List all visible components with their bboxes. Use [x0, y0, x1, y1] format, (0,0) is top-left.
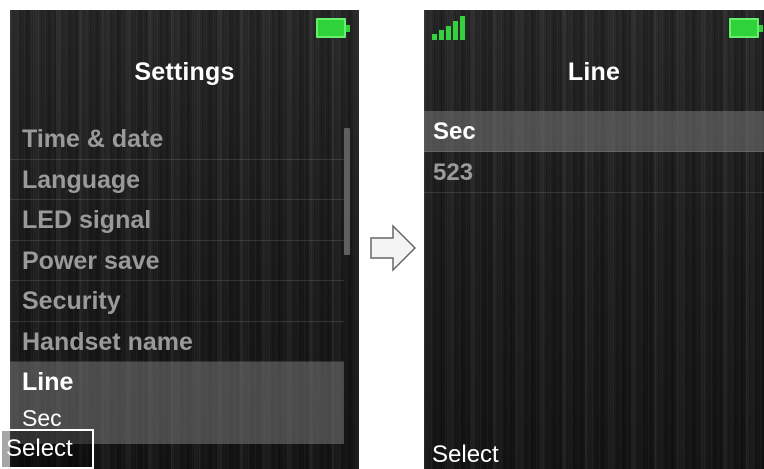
menu-item-language[interactable]: Language [10, 160, 344, 200]
arrow-right-icon [370, 224, 417, 272]
select-softkey-label: Select [6, 435, 73, 462]
screenshot-stage: Settings Time & date Language LED signal… [0, 0, 764, 469]
menu-item-led-signal[interactable]: LED signal [10, 200, 344, 241]
menu-item-time-date[interactable]: Time & date [10, 119, 344, 160]
line-options-list: Sec 523 [424, 111, 764, 193]
settings-screen: Settings Time & date Language LED signal… [10, 10, 359, 469]
menu-item-line-label: Line [22, 368, 74, 396]
menu-item-power-save[interactable]: Power save [10, 241, 344, 281]
line-screen: Line Sec 523 Select [424, 10, 764, 469]
menu-item-handset-name[interactable]: Handset name [10, 322, 344, 362]
select-softkey-button[interactable]: Select [432, 440, 499, 469]
line-option-sec[interactable]: Sec [424, 111, 764, 152]
line-option-523[interactable]: 523 [424, 152, 764, 193]
battery-full-icon [729, 18, 763, 38]
battery-full-icon [316, 18, 350, 38]
screen-title: Line [567, 58, 621, 86]
select-softkey-button[interactable]: Select [0, 429, 94, 469]
settings-menu: Time & date Language LED signal Power sa… [10, 119, 344, 444]
signal-strength-icon [432, 16, 466, 40]
screen-title: Settings [134, 58, 235, 86]
menu-item-security[interactable]: Security [10, 281, 344, 322]
menu-scrollbar[interactable] [344, 128, 350, 255]
